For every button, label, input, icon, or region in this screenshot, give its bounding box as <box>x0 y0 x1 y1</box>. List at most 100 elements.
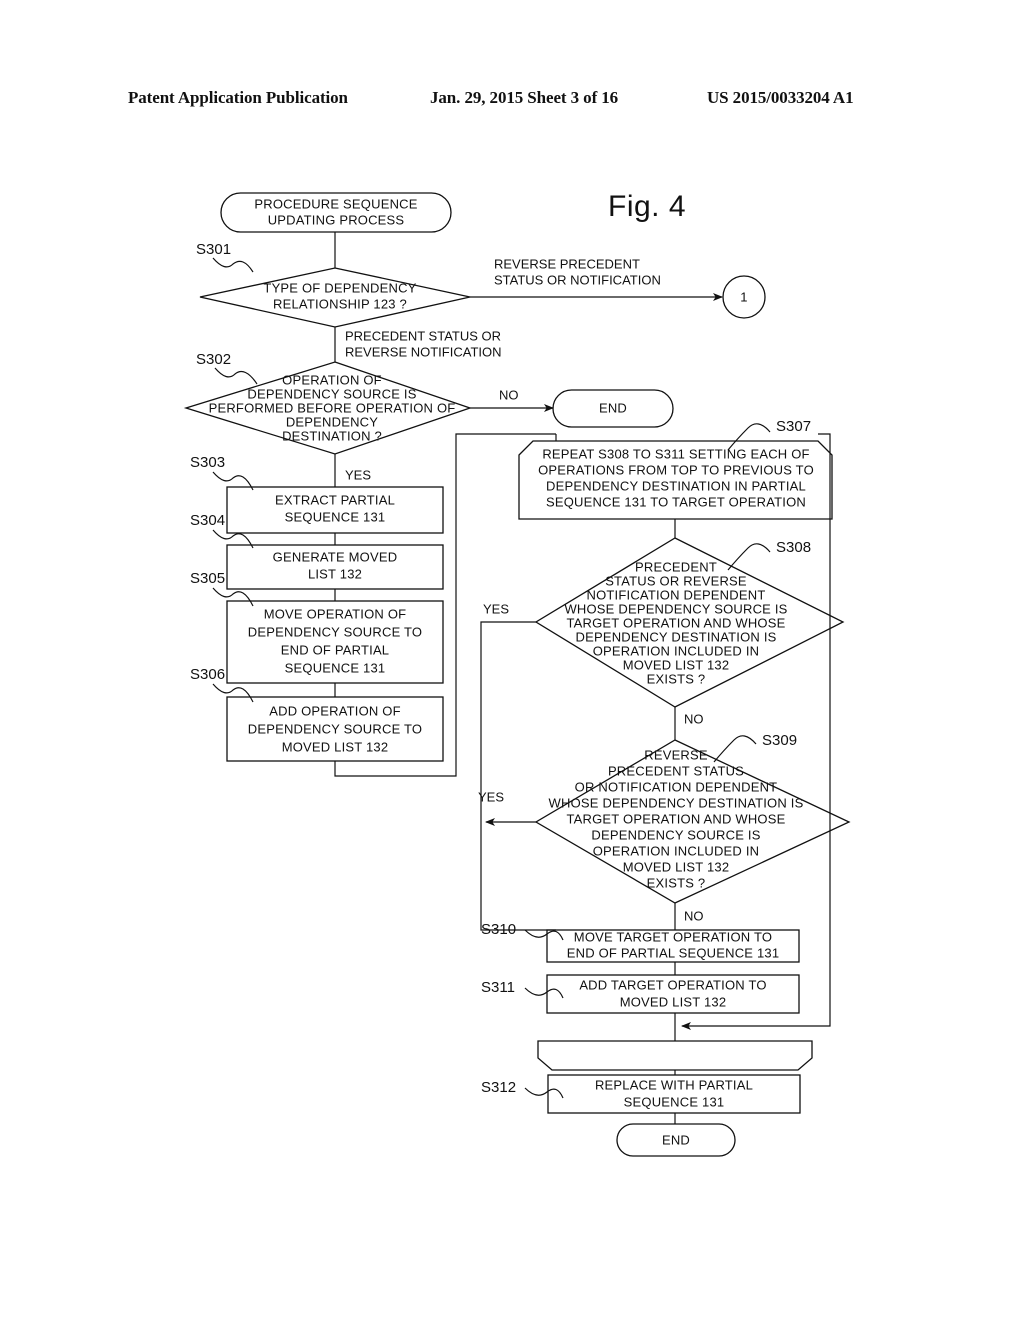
step-label-s302: S302 <box>196 351 231 368</box>
s311-line-1: MOVED LIST 132 <box>620 994 727 1009</box>
start-line-0: PROCEDURE SEQUENCE <box>254 196 417 211</box>
node-s307-loop-start: REPEAT S308 TO S311 SETTING EACH OF OPER… <box>518 440 833 520</box>
node-end-bottom: END <box>616 1123 736 1157</box>
step-label-s311: S311 <box>481 979 515 996</box>
s312-line-1: SEQUENCE 131 <box>624 1094 725 1109</box>
s308-line-3: WHOSE DEPENDENCY SOURCE IS <box>564 601 787 616</box>
s308-line-6: OPERATION INCLUDED IN <box>593 643 759 658</box>
step-label-s308: S308 <box>776 539 811 556</box>
s309-line-2: OR NOTIFICATION DEPENDENT <box>575 779 778 794</box>
s305-line-2: END OF PARTIAL <box>281 642 390 657</box>
leader-s302 <box>214 367 258 385</box>
s307-line-1: OPERATIONS FROM TOP TO PREVIOUS TO <box>538 462 814 477</box>
edge-label-no-s308: NO <box>684 711 704 726</box>
s311-line-0: ADD TARGET OPERATION TO <box>579 977 766 992</box>
s308-line-5: DEPENDENCY DESTINATION IS <box>576 629 777 644</box>
leader-s308 <box>727 543 771 571</box>
edge-label-no-s302: NO <box>499 387 519 402</box>
edge-label-no-s309: NO <box>684 908 704 923</box>
s309-line-4: TARGET OPERATION AND WHOSE <box>566 811 785 826</box>
s309-line-3: WHOSE DEPENDENCY DESTINATION IS <box>549 795 804 810</box>
edge-label-reverse-precedent-1: STATUS OR NOTIFICATION <box>494 272 661 287</box>
node-start: PROCEDURE SEQUENCE UPDATING PROCESS <box>220 192 452 233</box>
node-end-top: END <box>552 389 674 428</box>
node-s309: REVERSE PRECEDENT STATUS OR NOTIFICATION… <box>534 739 851 904</box>
s308-line-1: STATUS OR REVERSE <box>605 573 747 588</box>
s304-line-0: GENERATE MOVED <box>273 549 398 564</box>
edge-label-precedent-status-0: PRECEDENT STATUS OR <box>345 328 501 343</box>
s302-line-3: DEPENDENCY <box>286 414 378 429</box>
edge-s308-yes-rail <box>480 621 556 931</box>
node-s303: EXTRACT PARTIAL SEQUENCE 131 <box>226 486 444 534</box>
node-s304: GENERATE MOVED LIST 132 <box>226 544 444 590</box>
s308-line-7: MOVED LIST 132 <box>623 657 730 672</box>
s307-line-3: SEQUENCE 131 TO TARGET OPERATION <box>546 494 806 509</box>
s308-line-0: PRECEDENT <box>635 559 717 574</box>
node-loop-end <box>537 1040 813 1071</box>
node-s302: OPERATION OF DEPENDENCY SOURCE IS PERFOR… <box>183 361 473 455</box>
s304-line-1: LIST 132 <box>308 566 362 581</box>
s306-line-2: MOVED LIST 132 <box>282 739 389 754</box>
s306-line-0: ADD OPERATION OF <box>269 703 401 718</box>
s310-line-0: MOVE TARGET OPERATION TO <box>574 929 772 944</box>
s306-line-1: DEPENDENCY SOURCE TO <box>248 721 423 736</box>
s312-line-0: REPLACE WITH PARTIAL <box>595 1077 753 1092</box>
s309-line-6: OPERATION INCLUDED IN <box>593 843 759 858</box>
connector-circle-label: 1 <box>740 289 747 304</box>
step-label-s304: S304 <box>190 512 225 529</box>
s303-line-0: EXTRACT PARTIAL <box>275 492 395 507</box>
step-label-s309: S309 <box>762 732 797 749</box>
edge-label-yes-s308: YES <box>483 601 509 616</box>
node-s308: PRECEDENT STATUS OR REVERSE NOTIFICATION… <box>534 537 845 708</box>
leader-s305 <box>212 587 254 607</box>
leader-s309 <box>713 735 757 763</box>
leader-s311 <box>524 987 564 999</box>
step-label-s305: S305 <box>190 570 225 587</box>
edge-label-precedent-status-1: REVERSE NOTIFICATION <box>345 344 502 359</box>
s309-line-1: PRECEDENT STATUS <box>608 763 744 778</box>
s302-line-2: PERFORMED BEFORE OPERATION OF <box>209 400 456 415</box>
node-s312: REPLACE WITH PARTIAL SEQUENCE 131 <box>547 1074 801 1114</box>
s309-line-5: DEPENDENCY SOURCE IS <box>591 827 760 842</box>
s309-line-7: MOVED LIST 132 <box>623 859 730 874</box>
node-s305: MOVE OPERATION OF DEPENDENCY SOURCE TO E… <box>226 600 444 684</box>
s301-line-0: TYPE OF DEPENDENCY <box>263 280 416 295</box>
s302-line-0: OPERATION OF <box>282 372 382 387</box>
node-s310: MOVE TARGET OPERATION TO END OF PARTIAL … <box>546 929 800 963</box>
s309-line-8: EXISTS ? <box>647 875 706 890</box>
end-top-label: END <box>599 400 627 415</box>
edge-label-yes-s302: YES <box>345 467 371 482</box>
node-s306: ADD OPERATION OF DEPENDENCY SOURCE TO MO… <box>226 696 444 762</box>
node-connector-1: 1 <box>722 275 766 319</box>
end-bottom-label: END <box>662 1132 690 1147</box>
loop-end-shape <box>537 1040 813 1071</box>
leader-s310 <box>524 929 564 941</box>
step-label-s310: S310 <box>481 921 516 938</box>
leader-s306 <box>212 683 254 703</box>
s308-line-8: EXISTS ? <box>647 671 706 686</box>
start-line-1: UPDATING PROCESS <box>268 212 405 227</box>
s305-line-3: SEQUENCE 131 <box>285 660 386 675</box>
s301-line-1: RELATIONSHIP 123 ? <box>273 296 407 311</box>
s308-line-4: TARGET OPERATION AND WHOSE <box>566 615 785 630</box>
s310-line-1: END OF PARTIAL SEQUENCE 131 <box>567 945 780 960</box>
s305-line-0: MOVE OPERATION OF <box>264 606 407 621</box>
step-label-s301: S301 <box>196 241 231 258</box>
s302-line-4: DESTINATION ? <box>282 428 382 443</box>
step-label-s312: S312 <box>481 1079 516 1096</box>
s307-line-2: DEPENDENCY DESTINATION IN PARTIAL <box>546 478 806 493</box>
s309-line-0: REVERSE <box>644 747 708 762</box>
flowchart-figure-4: PROCEDURE SEQUENCE UPDATING PROCESS TYPE… <box>183 192 851 1157</box>
edge-label-yes-s309: YES <box>478 789 504 804</box>
s308-line-2: NOTIFICATION DEPENDENT <box>587 587 766 602</box>
s302-line-1: DEPENDENCY SOURCE IS <box>247 386 416 401</box>
step-label-s307: S307 <box>776 418 811 435</box>
s303-line-1: SEQUENCE 131 <box>285 509 386 524</box>
step-label-s306: S306 <box>190 666 225 683</box>
s305-line-1: DEPENDENCY SOURCE TO <box>248 624 423 639</box>
edge-label-reverse-precedent-0: REVERSE PRECEDENT <box>494 256 640 271</box>
leader-s301 <box>212 257 254 273</box>
node-s301: TYPE OF DEPENDENCY RELATIONSHIP 123 ? <box>199 267 471 328</box>
node-s311: ADD TARGET OPERATION TO MOVED LIST 132 <box>546 974 800 1014</box>
step-label-s303: S303 <box>190 454 225 471</box>
